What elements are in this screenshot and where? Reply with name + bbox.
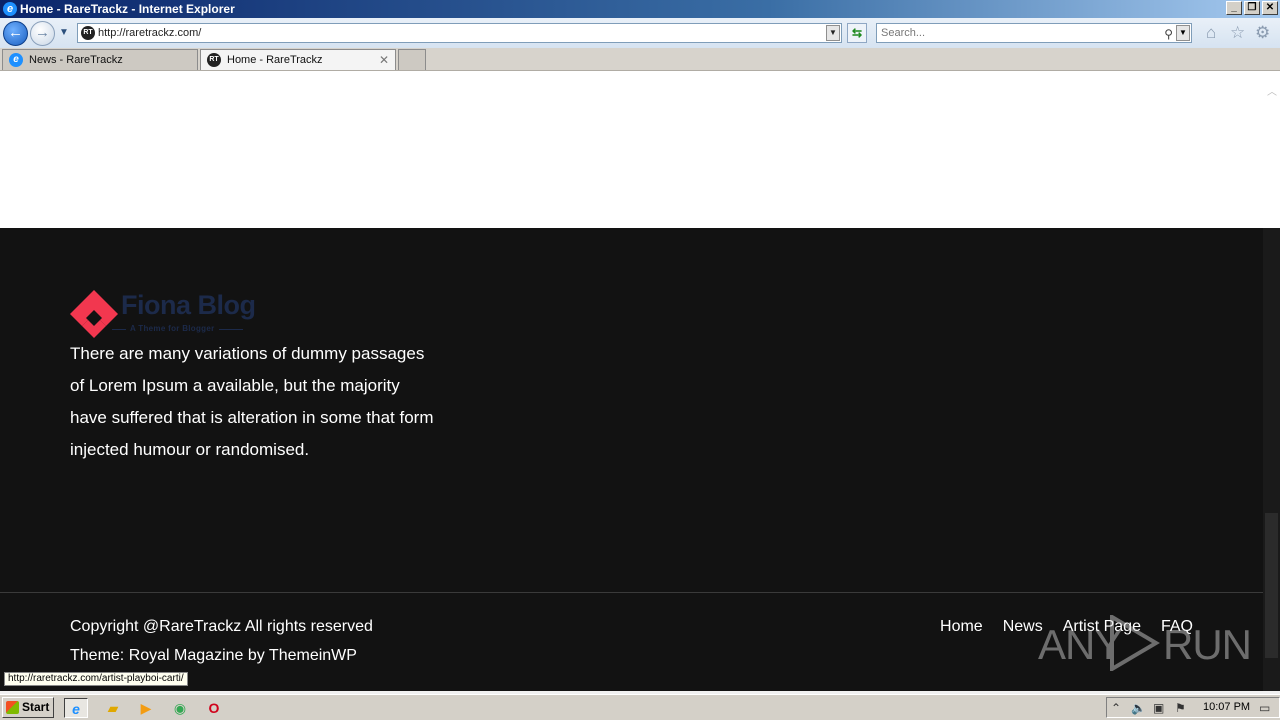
status-link-preview: http://raretrackz.com/artist-playboi-car…	[4, 672, 188, 686]
logo-title: Fiona Blog	[121, 290, 256, 320]
scroll-up-icon[interactable]: ︿	[1267, 83, 1277, 98]
tab-label: News - RareTrackz	[29, 54, 123, 66]
address-url: http://raretrackz.com/	[98, 27, 202, 39]
footer-about-text: There are many variations of dummy passa…	[70, 344, 434, 459]
taskbar: Start e ▰ ▶ ◉ O ⌃ 🔈 ▣ ⚑ 10:07 PM ▭	[0, 694, 1280, 720]
search-provider-dropdown[interactable]: ▼	[1176, 25, 1190, 41]
taskbar-opera-icon[interactable]: O	[202, 698, 226, 718]
footer-link-news[interactable]: News	[1003, 618, 1043, 636]
windows-logo-icon	[6, 701, 19, 714]
favorites-star-icon[interactable]: ☆	[1230, 24, 1245, 42]
tab-label: Home - RareTrackz	[227, 54, 323, 66]
close-button[interactable]: ✕	[1262, 1, 1278, 15]
volume-icon[interactable]: 🔈	[1131, 700, 1146, 716]
home-icon[interactable]: ⌂	[1206, 24, 1216, 42]
refresh-icon: ⇆	[851, 26, 863, 40]
site-favicon-icon: RT	[207, 53, 221, 67]
logo-subtitle: A Theme for Blogger	[112, 324, 242, 333]
tab-news[interactable]: e News - RareTrackz	[2, 49, 198, 70]
taskbar-chrome-icon[interactable]: ◉	[168, 698, 192, 718]
window-title: Home - RareTrackz - Internet Explorer	[20, 2, 235, 16]
footer-link-home[interactable]: Home	[940, 618, 983, 636]
page-content: Fiona Blog A Theme for Blogger There are…	[0, 71, 1280, 691]
window-controls: _ ❐ ✕	[1226, 1, 1278, 15]
close-tab-icon[interactable]: ✕	[379, 50, 389, 70]
back-icon: ←	[8, 24, 23, 41]
forward-button[interactable]: →	[30, 21, 55, 46]
recent-pages-dropdown[interactable]: ▼	[59, 27, 69, 38]
show-hidden-icons-icon[interactable]: ⌃	[1111, 700, 1121, 716]
clock[interactable]: 10:07 PM	[1203, 701, 1250, 713]
tab-bar: e News - RareTrackz RT Home - RareTrackz…	[0, 48, 1280, 71]
theme-credit[interactable]: Theme: Royal Magazine by ThemeinWP	[70, 647, 357, 665]
back-button[interactable]: ←	[3, 21, 28, 46]
navigation-bar: ← → ▼ RT http://raretrackz.com/ ▼ ⇆ Sear…	[0, 18, 1280, 48]
gear-icon[interactable]: ⚙	[1255, 24, 1270, 42]
anyrun-watermark: ANY RUN	[1038, 611, 1252, 673]
watermark-text-right: RUN	[1163, 621, 1252, 668]
start-label: Start	[22, 700, 50, 714]
search-input[interactable]: Search... ⚲ ▼	[876, 23, 1192, 43]
taskbar-ie-icon[interactable]: e	[64, 698, 88, 718]
vertical-scrollbar[interactable]: ︿	[1263, 71, 1280, 691]
system-tray: ⌃ 🔈 ▣ ⚑ 10:07 PM ▭	[1106, 697, 1280, 718]
network-icon[interactable]: ▣	[1153, 700, 1164, 716]
search-icon[interactable]: ⚲	[1164, 25, 1173, 43]
forward-icon: →	[35, 24, 50, 41]
copyright-text: Copyright @RareTrackz All rights reserve…	[70, 618, 373, 635]
new-tab-button[interactable]	[398, 49, 426, 70]
ie-icon: e	[3, 2, 17, 16]
window-titlebar: e Home - RareTrackz - Internet Explorer …	[0, 0, 1280, 18]
taskbar-media-player-icon[interactable]: ▶	[134, 698, 158, 718]
taskbar-explorer-folder-icon[interactable]: ▰	[101, 698, 125, 718]
site-favicon-icon: RT	[81, 26, 95, 40]
watermark-play-icon	[1110, 615, 1160, 671]
compatibility-refresh-button[interactable]: ⇆	[847, 23, 867, 43]
footer-divider	[0, 592, 1280, 593]
tab-home[interactable]: RT Home - RareTrackz ✕	[200, 49, 396, 70]
footer-logo[interactable]: Fiona Blog A Theme for Blogger	[70, 290, 280, 340]
start-button[interactable]: Start	[2, 697, 54, 718]
scroll-thumb[interactable]	[1265, 513, 1278, 658]
address-bar[interactable]: RT http://raretrackz.com/ ▼	[77, 23, 842, 43]
ie-icon: e	[9, 53, 23, 67]
restore-button[interactable]: ❐	[1244, 1, 1260, 15]
show-desktop-icon[interactable]: ▭	[1259, 700, 1270, 716]
action-center-flag-icon[interactable]: ⚑	[1175, 700, 1186, 716]
search-placeholder: Search...	[881, 27, 926, 39]
address-dropdown[interactable]: ▼	[826, 25, 840, 41]
minimize-button[interactable]: _	[1226, 1, 1242, 15]
logo-diamond-icon	[70, 290, 118, 338]
